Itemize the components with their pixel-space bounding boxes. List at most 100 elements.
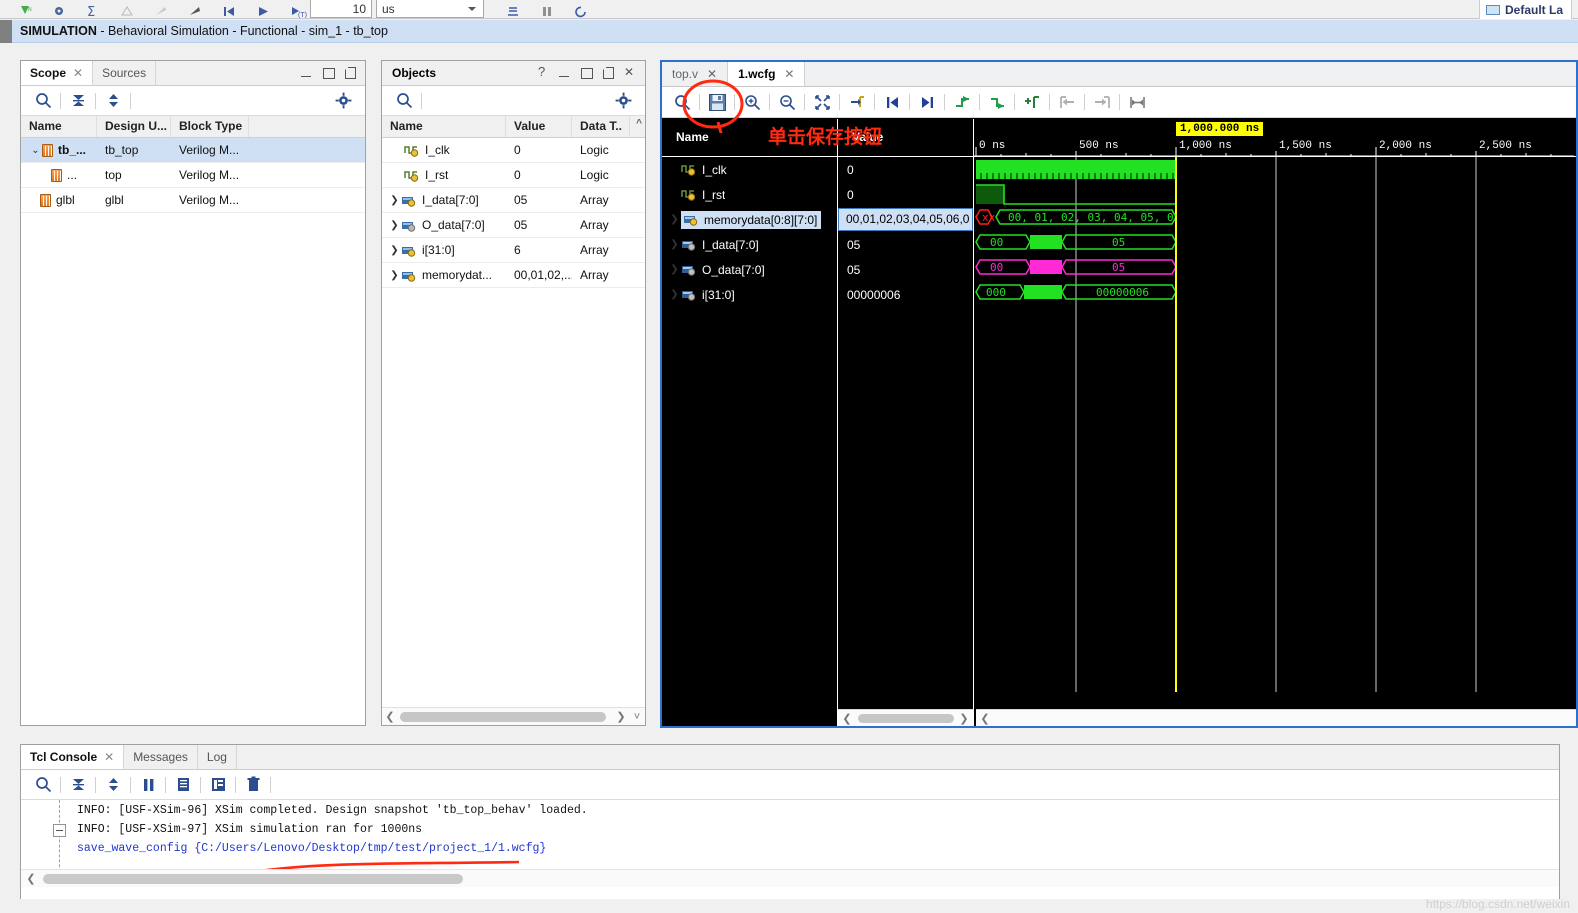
settings-gear-icon[interactable] xyxy=(329,88,357,114)
previous-transition-icon[interactable] xyxy=(948,89,976,115)
save-icon[interactable] xyxy=(703,89,731,115)
copy-icon[interactable] xyxy=(169,772,197,798)
scroll-left-icon[interactable]: ❮ xyxy=(382,710,398,723)
table-row[interactable]: ❯ O_data[7:0] 05 Array xyxy=(382,213,645,238)
objects-horizontal-scrollbar[interactable]: ❮ ❯ ˅ xyxy=(382,707,645,725)
chevron-right-icon[interactable]: ❯ xyxy=(388,270,401,281)
pause-icon[interactable] xyxy=(134,772,162,798)
scroll-left-icon[interactable]: ❮ xyxy=(838,712,856,725)
console-horizontal-scrollbar[interactable]: ❮ xyxy=(21,869,1559,887)
collapse-all-icon[interactable] xyxy=(64,772,92,798)
tab-log[interactable]: Log xyxy=(198,745,237,769)
snap-to-transition-icon[interactable] xyxy=(843,89,871,115)
chevron-right-icon[interactable]: ❯ xyxy=(668,239,681,250)
collapse-toggle-icon[interactable] xyxy=(53,824,66,837)
close-icon[interactable]: ✕ xyxy=(104,750,114,764)
expand-all-icon[interactable] xyxy=(99,88,127,114)
scroll-down-icon[interactable]: ˅ xyxy=(629,711,645,723)
close-icon[interactable]: ✕ xyxy=(707,67,717,81)
scroll-right-icon[interactable]: ❯ xyxy=(955,712,973,725)
zoom-out-icon[interactable] xyxy=(773,89,801,115)
collapse-all-icon[interactable] xyxy=(64,88,92,114)
report-icon[interactable] xyxy=(204,772,232,798)
tab-tcl-console[interactable]: Tcl Console ✕ xyxy=(21,745,125,769)
chevron-right-icon[interactable]: ❯ xyxy=(668,289,681,300)
waveform-value-scrollbar[interactable]: ❮ ❯ xyxy=(838,709,973,726)
waveform-signal-row[interactable]: ❯ I_clk xyxy=(662,157,837,182)
chevron-right-icon[interactable]: ❯ xyxy=(668,214,681,225)
search-icon[interactable] xyxy=(29,772,57,798)
expand-all-icon[interactable] xyxy=(99,772,127,798)
zoom-fit-icon[interactable] xyxy=(808,89,836,115)
clear-icon[interactable] xyxy=(239,772,267,798)
chevron-right-icon[interactable]: ❯ xyxy=(388,220,401,231)
table-row[interactable]: ❯ I_data[7:0] 05 Array xyxy=(382,188,645,213)
waveform-signal-row[interactable]: ❯ I_rst xyxy=(662,182,837,207)
chevron-down-icon[interactable]: ⌄ xyxy=(29,145,42,156)
next-marker-icon[interactable] xyxy=(1088,89,1116,115)
float-icon[interactable] xyxy=(344,67,356,79)
add-marker-icon[interactable] xyxy=(1018,89,1046,115)
tab-1-wcfg[interactable]: 1.wcfg ✕ xyxy=(728,62,806,86)
scrollbar-thumb[interactable] xyxy=(858,713,954,723)
waveform-signal-row[interactable]: ❯ I_data[7:0] xyxy=(662,232,837,257)
run-time-input[interactable]: 10 xyxy=(310,0,372,18)
waveform-signal-row[interactable]: ❯ O_data[7:0] xyxy=(662,257,837,282)
waveform-horizontal-scrollbar[interactable]: ❮ xyxy=(976,709,1576,726)
waveform-plot-area[interactable]: xx 00, 01, 02, 03, 04, 05, 0 00 05 00 05… xyxy=(974,157,1576,726)
scroll-left-icon[interactable]: ❮ xyxy=(976,712,994,725)
search-icon[interactable] xyxy=(668,89,696,115)
go-to-end-icon[interactable] xyxy=(913,89,941,115)
chevron-right-icon[interactable]: ❯ xyxy=(388,195,401,206)
settings-icon[interactable] xyxy=(52,5,66,18)
scroll-left-icon[interactable]: ❮ xyxy=(21,872,41,885)
scrollbar-thumb[interactable] xyxy=(400,711,606,722)
close-icon[interactable]: ✕ xyxy=(73,66,83,80)
waveform-signal-row[interactable]: ❯ memorydata[0:8][7:0] xyxy=(662,207,837,232)
table-row[interactable]: ... top Verilog M... xyxy=(21,163,365,188)
search-icon[interactable] xyxy=(390,88,418,114)
table-row[interactable]: ❯ i[31:0] 6 Array xyxy=(382,238,645,263)
time-unit-select[interactable]: us xyxy=(376,0,484,18)
waveform-time-ruler[interactable]: 1,000.000 ns 0 ns 500 ns 1,000 ns 1,500 … xyxy=(974,119,1576,157)
help-icon[interactable] xyxy=(536,64,548,79)
layout-selector[interactable]: Default La xyxy=(1478,0,1572,19)
zoom-in-icon[interactable] xyxy=(738,89,766,115)
chevron-right-icon[interactable]: ❯ xyxy=(668,264,681,275)
float-icon[interactable] xyxy=(602,67,614,79)
run-icon[interactable] xyxy=(256,5,270,18)
search-icon[interactable] xyxy=(29,88,57,114)
run-simulation-icon[interactable]: N xyxy=(18,5,32,18)
settings-gear-icon[interactable] xyxy=(609,88,637,114)
maximize-icon[interactable] xyxy=(580,67,593,79)
go-to-start-icon[interactable] xyxy=(878,89,906,115)
next-transition-icon[interactable] xyxy=(983,89,1011,115)
table-row[interactable]: ⌄ tb_... tb_top Verilog M... xyxy=(21,138,365,163)
waveform-signal-row[interactable]: ❯ i[31:0] xyxy=(662,282,837,307)
scroll-up-icon[interactable]: ^ xyxy=(636,118,642,129)
table-row[interactable]: ❯ memorydat... 00,01,02,... Array xyxy=(382,263,645,288)
minimize-icon[interactable] xyxy=(300,67,312,79)
tab-scope[interactable]: Scope ✕ xyxy=(21,61,94,85)
scroll-right-icon[interactable]: ❯ xyxy=(613,710,629,723)
maximize-icon[interactable] xyxy=(322,67,335,79)
previous-marker-icon[interactable] xyxy=(1053,89,1081,115)
scrollbar-thumb[interactable] xyxy=(43,873,463,884)
run-for-time-icon[interactable]: (T) xyxy=(290,5,307,18)
tab-sources[interactable]: Sources xyxy=(93,61,157,85)
restart-sim-icon[interactable] xyxy=(574,5,588,18)
minimize-icon[interactable] xyxy=(558,67,570,79)
scrollbar-track[interactable] xyxy=(398,711,613,722)
close-icon[interactable] xyxy=(624,65,636,79)
table-row[interactable]: I_clk 0 Logic xyxy=(382,138,645,163)
step-icon[interactable] xyxy=(506,5,520,18)
chevron-right-icon[interactable]: ❯ xyxy=(388,245,401,256)
tab-messages[interactable]: Messages xyxy=(124,745,198,769)
table-row[interactable]: glbl glbl Verilog M... xyxy=(21,188,365,213)
pause-icon[interactable] xyxy=(540,5,554,18)
waveform-plot-column[interactable]: 1,000.000 ns 0 ns 500 ns 1,000 ns 1,500 … xyxy=(974,119,1576,726)
table-row[interactable]: I_rst 0 Logic xyxy=(382,163,645,188)
close-icon[interactable]: ✕ xyxy=(784,67,794,81)
run-all-icon[interactable] xyxy=(188,5,202,18)
tab-top-v[interactable]: top.v ✕ xyxy=(662,62,729,86)
